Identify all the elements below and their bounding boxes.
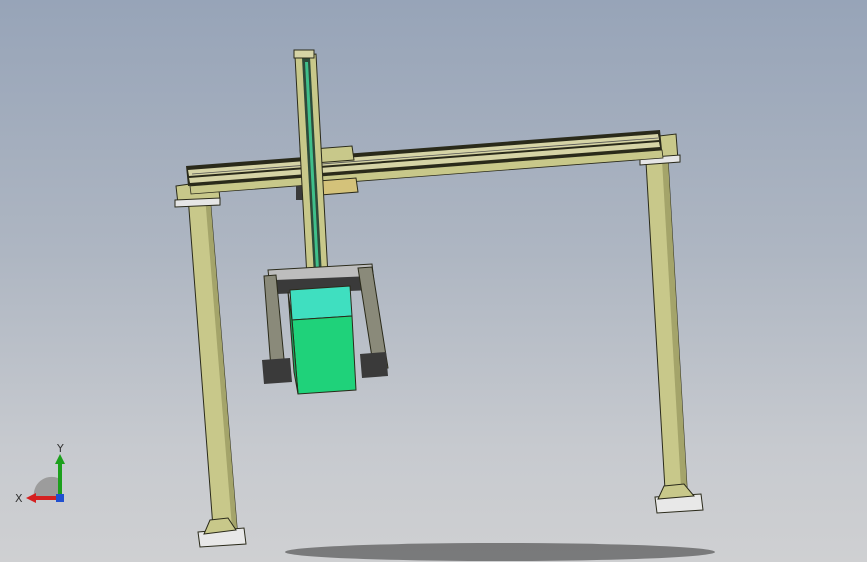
gantry-robot-model[interactable]: [0, 0, 867, 562]
x-axis-label: X: [15, 492, 23, 505]
y-axis-arrowhead: [55, 454, 65, 464]
right-column[interactable]: [639, 133, 704, 514]
container-box[interactable]: [287, 285, 357, 395]
z-axis-marker: [56, 494, 64, 502]
triad-sphere: [33, 476, 58, 498]
left-column[interactable]: [174, 179, 247, 548]
cad-viewport[interactable]: Y X: [0, 0, 867, 562]
horizontal-beam[interactable]: [186, 130, 664, 195]
axis-triad: Y X: [15, 442, 65, 505]
y-axis-label: Y: [56, 442, 64, 455]
x-axis-arrowhead: [26, 493, 36, 503]
ground-shadow: [285, 543, 715, 561]
